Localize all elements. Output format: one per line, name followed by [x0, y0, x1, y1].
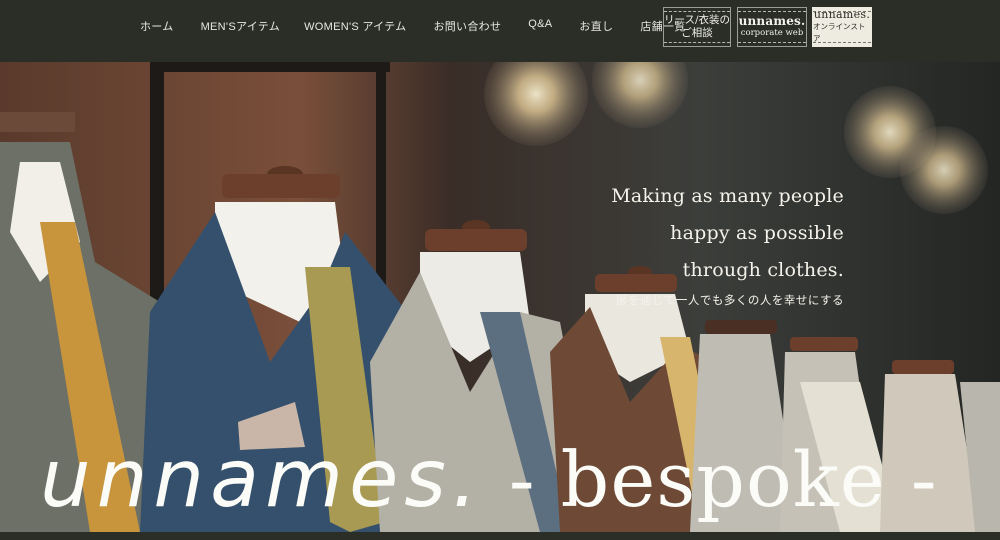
dashed-border-bottom	[664, 42, 730, 43]
page-bottom-strip	[0, 532, 1000, 540]
hero-tagline: Making as many people happy as possible …	[611, 178, 844, 308]
hero-logo-text: unnames. - bespoke -	[40, 434, 938, 525]
consult-button-line1: リース/衣装の	[664, 14, 731, 26]
tagline-line-2: happy as possible	[670, 222, 844, 244]
dashed-border-top	[664, 11, 730, 12]
dashed-border-top	[738, 11, 806, 12]
logo-suffix: - bespoke -	[508, 435, 938, 524]
nav-item-mens-items[interactable]: MEN'Sアイテム	[201, 18, 280, 34]
dashed-border-top	[813, 11, 871, 12]
tagline-japanese: 服を通じて一人でも多くの人を幸せにする	[615, 293, 844, 307]
nav-item-contact[interactable]: お問い合わせ	[433, 18, 501, 34]
lease-consult-button[interactable]: リース/衣装の ご相談	[663, 7, 731, 47]
online-store-button[interactable]: unnames. オンラインストア	[812, 7, 872, 47]
tagline-line-3: through clothes.	[682, 259, 844, 281]
corporate-web-button[interactable]: unnames. corporate web	[737, 7, 807, 47]
tagline-line-1: Making as many people	[611, 185, 844, 207]
dashed-border-bottom	[813, 42, 871, 43]
nav-item-faq[interactable]: Q&A	[528, 18, 552, 34]
corporate-button-line1: unnames.	[738, 14, 806, 28]
site-header: ホーム MEN'Sアイテム WOMEN'S アイテム お問い合わせ Q&A お直…	[0, 0, 1000, 62]
nav-item-alterations[interactable]: お直し	[579, 18, 613, 34]
dashed-border-bottom	[738, 42, 806, 43]
nav-item-home[interactable]: ホーム	[140, 18, 174, 34]
consult-button-line2: ご相談	[681, 27, 713, 39]
nav-item-womens-items[interactable]: WOMEN'S アイテム	[304, 18, 406, 34]
corporate-button-line2: corporate web	[740, 28, 804, 38]
main-nav: ホーム MEN'Sアイテム WOMEN'S アイテム お問い合わせ Q&A お直…	[140, 18, 713, 34]
logo-word: unnames.	[40, 432, 484, 525]
